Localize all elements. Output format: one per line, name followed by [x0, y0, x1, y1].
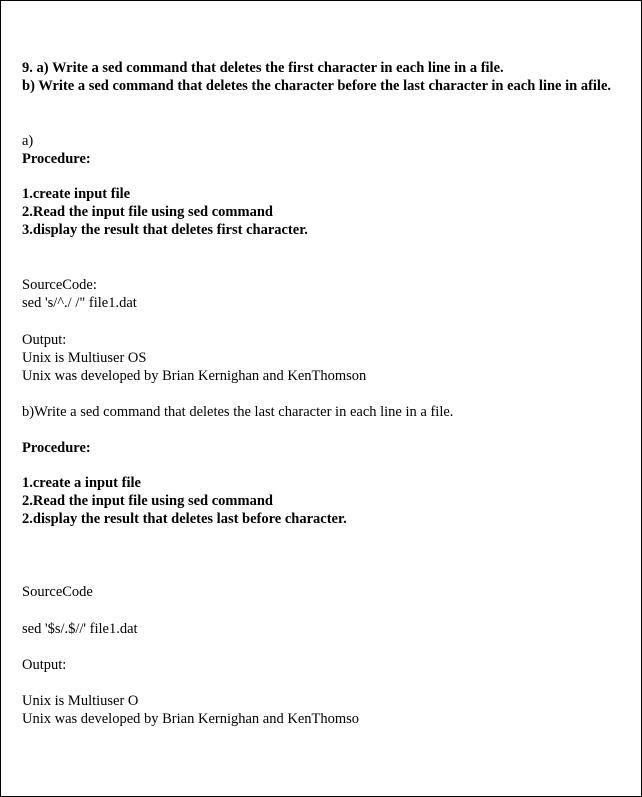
part-b-procedure-heading: Procedure:	[22, 440, 91, 456]
question-line-a: 9. a) Write a sed command that deletes t…	[22, 60, 504, 76]
part-b-step-3: 2.display the result that deletes last b…	[22, 511, 347, 527]
part-b-output-line-2: Unix was developed by Brian Kernighan an…	[22, 711, 360, 727]
part-b-title: b)Write a sed command that deletes the l…	[22, 404, 454, 420]
page-frame	[0, 0, 642, 797]
part-b-source-label: SourceCode	[22, 584, 93, 600]
part-a-source-label: SourceCode:	[22, 277, 97, 293]
part-a-source-code: sed 's/^./ /" file1.dat	[22, 295, 137, 311]
part-b-output-label: Output:	[22, 657, 67, 673]
part-b-source-code: sed '$s/.$//' file1.dat	[22, 621, 138, 637]
part-a-label: a)	[22, 133, 34, 149]
part-a-step-3: 3.display the result that deletes first …	[22, 222, 308, 238]
part-a-step-1: 1.create input file	[22, 186, 131, 202]
part-a-step-2: 2.Read the input file using sed command	[22, 204, 273, 220]
part-b-step-2: 2.Read the input file using sed command	[22, 493, 273, 509]
part-b-step-1: 1.create a input file	[22, 475, 141, 491]
part-b-output-line-1: Unix is Multiuser O	[22, 693, 139, 709]
part-a-output-line-2: Unix was developed by Brian Kernighan an…	[22, 368, 367, 384]
part-a-output-label: Output:	[22, 332, 67, 348]
part-a-procedure-heading: Procedure:	[22, 151, 91, 167]
question-line-b: b) Write a sed command that deletes the …	[22, 78, 612, 94]
part-a-output-line-1: Unix is Multiuser OS	[22, 350, 147, 366]
